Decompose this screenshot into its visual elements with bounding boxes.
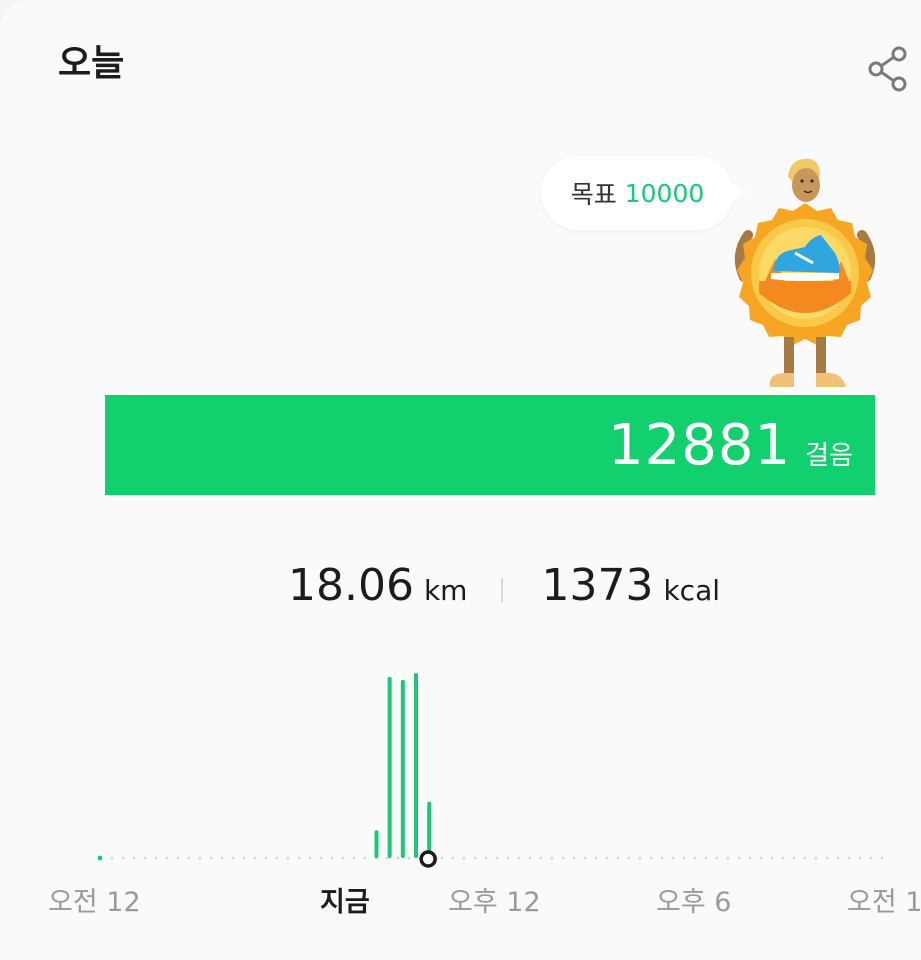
baseline-dot <box>506 856 510 860</box>
baseline-dot <box>825 856 829 860</box>
baseline-dot <box>660 856 664 860</box>
baseline-dot <box>330 856 334 860</box>
baseline-dot <box>561 856 565 860</box>
hourly-steps-chart <box>97 672 884 868</box>
baseline-dot <box>275 856 279 860</box>
baseline-dot <box>627 856 631 860</box>
goal-label: 목표 <box>570 180 617 209</box>
baseline-dot <box>616 856 620 860</box>
baseline-dot <box>363 856 367 860</box>
chart-bar <box>374 830 379 858</box>
baseline-dot <box>693 856 697 860</box>
baseline-dot <box>154 856 158 860</box>
baseline-dot <box>297 856 301 860</box>
baseline-dot <box>286 856 290 860</box>
distance-unit: km <box>423 574 468 607</box>
baseline-dot <box>187 856 191 860</box>
baseline-dot <box>198 856 202 860</box>
baseline-dot <box>836 856 840 860</box>
chart-bar <box>97 855 103 861</box>
daily-steps-card: 오늘 목표 10000 12881 걸음 18.06 km 1373 kcal … <box>0 0 921 960</box>
goal-value: 10000 <box>624 178 705 208</box>
steps-count: 12881 걸음 <box>608 413 853 478</box>
baseline-dot <box>781 856 785 860</box>
chart-bar <box>387 676 392 858</box>
baseline-dot <box>814 856 818 860</box>
baseline-dot <box>649 856 653 860</box>
baseline-dot <box>671 856 675 860</box>
baseline-dot <box>132 856 136 860</box>
baseline-dot <box>308 856 312 860</box>
baseline-dot <box>121 856 125 860</box>
baseline-dot <box>792 856 796 860</box>
baseline-dot <box>242 856 246 860</box>
now-marker <box>419 850 437 868</box>
baseline-dot <box>407 856 411 860</box>
baseline-dot <box>858 856 862 860</box>
baseline-dot <box>803 856 807 860</box>
baseline-dot <box>759 856 763 860</box>
baseline-dot <box>726 856 730 860</box>
baseline-dot <box>220 856 224 860</box>
baseline-dot <box>341 856 345 860</box>
baseline-dot <box>605 856 609 860</box>
baseline-dot <box>495 856 499 860</box>
baseline-dot <box>737 856 741 860</box>
goal-bubble: 목표 10000 <box>541 156 746 230</box>
baseline-dot <box>462 856 466 860</box>
tick-label: 오후 12 <box>448 887 541 918</box>
baseline-dot <box>715 856 719 860</box>
baseline-dot <box>638 856 642 860</box>
baseline-dot <box>264 856 268 860</box>
tick-label: 오전 12 <box>847 887 921 918</box>
steps-value: 12881 <box>608 413 792 478</box>
baseline-dot <box>473 856 477 860</box>
baseline-dot <box>594 856 598 860</box>
baseline-dot <box>231 856 235 860</box>
baseline-dot <box>143 856 147 860</box>
baseline-dot <box>253 856 257 860</box>
steps-progress-bar: 12881 걸음 <box>105 395 875 495</box>
baseline-dot <box>396 856 400 860</box>
baseline-dot <box>319 856 323 860</box>
baseline-dot <box>176 856 180 860</box>
baseline-dot <box>847 856 851 860</box>
baseline-dot <box>770 856 774 860</box>
baseline-dot <box>110 856 114 860</box>
baseline-dot <box>352 856 356 860</box>
steps-unit: 걸음 <box>805 441 853 471</box>
chart-bar <box>400 679 405 858</box>
baseline-dot <box>880 856 884 860</box>
baseline-dot <box>748 856 752 860</box>
stats-divider <box>501 578 504 602</box>
baseline-dot <box>440 856 444 860</box>
calories-value: 1373 <box>541 560 654 611</box>
baseline-dot <box>682 856 686 860</box>
baseline-dot <box>209 856 213 860</box>
chart-bar <box>427 801 432 858</box>
baseline-dot <box>528 856 532 860</box>
tick-label: 오후 6 <box>656 887 732 918</box>
chart-bar <box>414 672 418 858</box>
baseline-dot <box>165 856 169 860</box>
tick-label: 오전 12 <box>48 887 141 918</box>
baseline-dot <box>583 856 587 860</box>
baseline-dot <box>385 856 389 860</box>
mascot-badge-illustration <box>734 158 876 387</box>
stats-row: 18.06 km 1373 kcal <box>288 560 720 620</box>
baseline-dot <box>572 856 576 860</box>
baseline-dot <box>704 856 708 860</box>
baseline-dot <box>539 856 543 860</box>
baseline-dot <box>550 856 554 860</box>
distance-value: 18.06 <box>288 560 414 611</box>
page-title: 오늘 <box>58 43 125 84</box>
calories-unit: kcal <box>663 574 720 607</box>
baseline-dot <box>869 856 873 860</box>
tick-label-now: 지금 <box>320 887 370 918</box>
baseline-dot <box>484 856 488 860</box>
share-icon[interactable] <box>866 46 912 92</box>
baseline-dot <box>451 856 455 860</box>
baseline-dot <box>517 856 521 860</box>
